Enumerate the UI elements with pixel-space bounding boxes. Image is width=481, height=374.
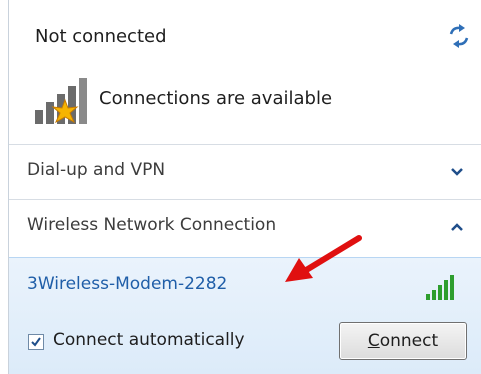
connect-automatically-checkbox[interactable]	[28, 334, 44, 350]
section-wireless-network-connection[interactable]: Wireless Network Connection	[9, 201, 481, 253]
connect-button-mnemonic: C	[367, 331, 380, 351]
section-label: Wireless Network Connection	[27, 215, 277, 235]
section-dialup-vpn[interactable]: Dial-up and VPN	[9, 146, 481, 198]
connection-status-title: Not connected	[35, 26, 167, 47]
signal-strength-icon	[424, 274, 460, 302]
connect-automatically-label: Connect automatically	[53, 330, 245, 350]
chevron-up-icon[interactable]	[449, 219, 465, 235]
chevron-down-icon[interactable]	[449, 164, 465, 180]
section-label: Dial-up and VPN	[27, 160, 166, 180]
section-divider	[9, 199, 481, 200]
connect-button[interactable]: Connect	[339, 322, 467, 360]
connections-available-text: Connections are available	[99, 88, 333, 109]
section-divider	[9, 144, 481, 145]
wireless-network-item[interactable]: 3Wireless-Modem-2282 Connect automatical…	[9, 257, 481, 374]
no-connection-signal-icon	[31, 76, 93, 128]
network-name-link[interactable]: 3Wireless-Modem-2282	[27, 274, 227, 294]
network-refresh-icon[interactable]	[445, 22, 473, 50]
connect-button-label: onnect	[379, 331, 439, 351]
network-flyout-panel: Not connected Connections are available …	[8, 0, 481, 374]
